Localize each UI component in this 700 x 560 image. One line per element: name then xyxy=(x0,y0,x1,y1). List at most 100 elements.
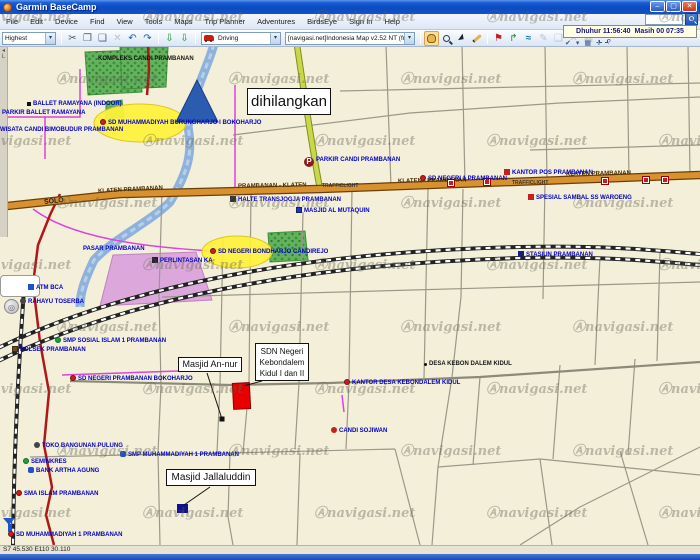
callout-masjid-jallaluddin: Masjid Jallaluddin xyxy=(166,469,256,486)
left-panel-collapsed[interactable]: ◂L xyxy=(0,47,8,237)
place-dot-icon xyxy=(424,363,427,366)
menu-birdseye[interactable]: BirdsEye xyxy=(301,14,343,30)
map-canvas[interactable]: ◂L ◎ SOLO KLATEN PRAMBANAN PRAMBANAN - K… xyxy=(0,47,700,545)
minimize-button[interactable]: – xyxy=(650,1,665,12)
pan-hand-tool[interactable] xyxy=(424,31,439,46)
menu-adventures[interactable]: Adventures xyxy=(251,14,301,30)
poi-label: SD NEGERI PRAMBANAN BOKOHARJO xyxy=(70,375,193,382)
poi-label: SMP MUHAMMADIYAH 1 PRAMBANAN xyxy=(120,451,239,458)
redo-icon[interactable]: ↷ xyxy=(140,31,155,46)
check-icon[interactable]: ✔ xyxy=(565,39,571,47)
callout-masjid-annur: Masjid An-nur xyxy=(178,357,242,372)
menu-file[interactable]: File xyxy=(0,14,24,30)
copy-icon[interactable]: ❐ xyxy=(80,31,95,46)
ballet-icon xyxy=(27,102,31,106)
poi-label: KANTOR DESA KEBONDALEM KIDUL xyxy=(344,379,460,386)
delete-icon[interactable]: ✕ xyxy=(110,31,125,46)
parking-icon xyxy=(304,157,314,167)
poi-label: SPESIAL SAMBAL SS WAROENG xyxy=(528,194,632,201)
car-icon xyxy=(204,35,214,41)
poi-label: SD NEGERI BONDHARJO CANDIREJO xyxy=(210,248,328,255)
poi-label: STASIUN PRAMBANAN xyxy=(518,251,593,258)
chevron-down-icon[interactable]: ▾ xyxy=(270,33,280,44)
school-icon xyxy=(210,248,216,254)
title-bar[interactable]: Garmin BaseCamp – ▢ ✕ xyxy=(0,0,700,14)
restaurant-icon xyxy=(602,178,608,184)
poi-label: PASAR PRAMBANAN xyxy=(83,246,145,252)
police-icon xyxy=(12,346,18,352)
poi-label: SD NEGERI 1 PRAMBANAN xyxy=(420,175,507,182)
mosque-icon xyxy=(296,207,302,213)
highlighted-building-red xyxy=(232,383,250,410)
select-tool[interactable] xyxy=(454,31,469,46)
gear-icon[interactable]: ◎ xyxy=(4,299,19,314)
poi-label: BALLET RAMAYANA (INDOOR) xyxy=(27,101,122,107)
school-icon xyxy=(70,375,76,381)
coordinates-readout: S7 45.530 E110 30.110 xyxy=(3,546,70,553)
poi-label: KANTOR POS PRAMBANAN xyxy=(504,169,593,176)
poi-label: KOMPLEKS CANDI PRAMBANAN xyxy=(98,56,194,62)
search-input[interactable] xyxy=(645,14,683,25)
export-icon[interactable]: ⇩ xyxy=(177,31,192,46)
undo-icon[interactable]: ↶ xyxy=(125,31,140,46)
chevron-down-icon[interactable]: ▾ xyxy=(576,39,580,47)
village-office-icon xyxy=(344,379,350,385)
poi-label: PARKIR CANDI PRAMBANAN xyxy=(304,157,400,167)
position-arrow-marker xyxy=(176,80,218,122)
school-icon xyxy=(55,337,61,343)
measure-tool[interactable] xyxy=(469,31,484,46)
erase-icon[interactable]: ✎ xyxy=(536,31,551,46)
paste-icon[interactable]: ❏ xyxy=(95,31,110,46)
poi-label: SMP SOSIAL ISLAM 1 PRAMBANAN xyxy=(55,337,166,344)
menu-maps[interactable]: Maps xyxy=(168,14,198,30)
menu-view[interactable]: View xyxy=(111,14,139,30)
highlighted-building-blue xyxy=(177,504,188,513)
prayer-remaining: Masih 00 07:35 xyxy=(635,28,684,35)
poi-label: TOKO BANGUNAN PULUNG xyxy=(34,442,123,449)
plus-icon[interactable]: ✛ xyxy=(596,39,602,47)
menu-sign-in[interactable]: Sign In xyxy=(343,14,378,30)
chevron-down-icon[interactable]: ▾ xyxy=(45,33,55,44)
menu-find[interactable]: Find xyxy=(84,14,111,30)
taskbar-edge xyxy=(0,554,700,560)
menu-trip-planner[interactable]: Trip Planner xyxy=(199,14,252,30)
restaurant-icon xyxy=(662,177,668,183)
filter-funnel-icon[interactable] xyxy=(3,518,15,525)
close-button[interactable]: ✕ xyxy=(682,1,697,12)
map-product-select[interactable]: [navigasi.net]Indonesia Map v2.52 NT (fr… xyxy=(285,32,415,45)
new-track-tool[interactable]: ≈ xyxy=(521,31,536,46)
menu-edit[interactable]: Edit xyxy=(24,14,49,30)
poi-label: TRAFFICLIGHT xyxy=(322,184,358,189)
school-icon xyxy=(16,490,22,496)
temple-icon xyxy=(331,427,337,433)
menu-device[interactable]: Device xyxy=(49,14,84,30)
poi-label: TRAFFICLIGHT xyxy=(512,181,548,186)
new-route-tool[interactable]: ↱ xyxy=(506,31,521,46)
new-waypoint-tool[interactable]: ⚑ xyxy=(491,31,506,46)
poi-label: CANDI SOJIWAN xyxy=(331,427,387,434)
detail-level-select[interactable]: Highest▾ xyxy=(2,32,56,45)
maximize-button[interactable]: ▢ xyxy=(666,1,681,12)
activity-profile-select[interactable]: Driving▾ xyxy=(201,32,281,45)
callout-dihilangkan: dihilangkan xyxy=(247,88,331,115)
import-icon[interactable]: ⇩ xyxy=(162,31,177,46)
poi-label: BANK ARTHA AGUNG xyxy=(28,467,99,474)
cut-icon[interactable]: ✂ xyxy=(65,31,80,46)
school-icon xyxy=(420,175,426,181)
calendar-icon[interactable]: ▦ xyxy=(584,39,591,47)
help-icon[interactable]: ? xyxy=(607,39,611,47)
zoom-tool[interactable] xyxy=(439,31,454,46)
poi-label: POLSEK PRAMBANAN xyxy=(12,346,86,353)
school-icon xyxy=(120,451,126,457)
shop-icon xyxy=(20,298,26,304)
poi-label: WISATA CANDI BIMOBUDUR PRAMBANAN xyxy=(0,127,123,133)
menu-tools[interactable]: Tools xyxy=(139,14,169,30)
prayer-widget-toolbar: ✔ ▾ ▦ ✛ ? xyxy=(565,39,611,47)
shop-icon xyxy=(34,442,40,448)
chevron-down-icon[interactable]: ▾ xyxy=(404,33,414,44)
menu-help[interactable]: Help xyxy=(378,14,405,30)
train-station-icon xyxy=(518,251,524,257)
magnifier-icon xyxy=(443,35,450,42)
status-bar: S7 45.530 E110 30.110 xyxy=(0,545,700,554)
rail-crossing-icon xyxy=(152,257,158,263)
